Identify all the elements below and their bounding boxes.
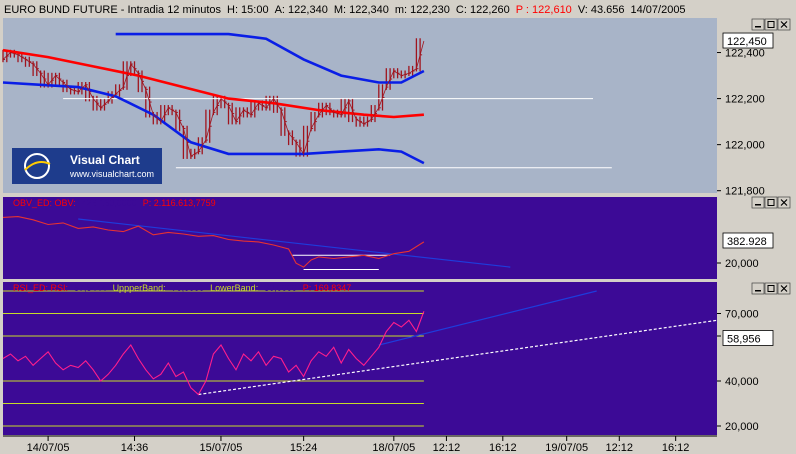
x-tick-label: 14:36 [121,442,149,454]
logo-brand: Visual Chart [70,153,140,167]
x-tick-label: 12:12 [606,442,634,454]
header-field: P : 122,610 [516,4,572,16]
y-tick-label: 122,000 [725,140,765,152]
obv-legend-item: P: 2.116.613,7759 [143,198,216,208]
obv-minimize-icon [755,204,761,206]
rsi-plot-bg [3,282,717,435]
x-tick-label: 16:12 [489,442,517,454]
obv-maximize-button[interactable] [764,196,778,209]
header-field: M: 122,340 [334,4,389,16]
rsi-legend-item: RSI_ED: RSI: [13,283,68,293]
y-tick-label: 20,000 [725,258,759,270]
price-minimize-icon [755,26,761,28]
obv-minimize-button[interactable] [751,196,765,209]
logo-url: www.visualchart.com [69,169,154,179]
rsi-legend-item: UppperBand: [113,283,166,293]
rsi-legend-item: 57,5444 [74,283,107,293]
price-window-buttons[interactable] [751,18,791,31]
rsi-current-value: 58,956 [727,333,761,345]
x-tick-label: 14/07/05 [27,442,70,454]
obv-legend-item: 426.160,0000 [82,198,137,208]
x-tick-label: 12:12 [433,442,461,454]
rsi-panel: RSI_ED: RSI: 57,5444 UppperBand: 70,0000 Low… [2,282,718,435]
price-current-value: 122,450 [727,36,767,48]
header-field: A: 122,340 [275,4,328,16]
y-tick-label: 122,200 [725,94,765,106]
obv-legend: OBV_ED: OBV: 426.160,0000 P: 2.116.613,775… [13,198,216,208]
header-field: EURO BUND FUTURE - Intradia 12 minutos [4,4,221,16]
x-tick-label: 16:12 [662,442,690,454]
header-field: m: 122,230 [395,4,450,16]
y-tick-label: 70,000 [725,309,759,321]
chart-root: EURO BUND FUTURE - Intradia 12 minutos H:… [0,0,796,454]
y-tick-label: 121,800 [725,186,765,198]
x-tick-label: 15/07/05 [200,442,243,454]
rsi-legend-item: P: 169,8347 [303,283,352,293]
x-tick-label: 19/07/05 [545,442,588,454]
rsi-legend-item: 30,0000 [264,283,297,293]
header-field: H: 15:00 [227,4,269,16]
obv-panel: OBV_ED: OBV: 426.160,0000 P: 2.116.613,775… [2,197,717,279]
header-field: V: 43.656 [578,4,625,16]
rsi-maximize-button[interactable] [764,282,778,295]
rsi-legend-item: LowerBand: [210,283,258,293]
obv-window-buttons[interactable] [751,196,791,209]
obv-plot-bg [3,197,717,279]
header-field: 14/07/2005 [631,4,686,16]
rsi-window-buttons[interactable] [751,282,791,295]
obv-current-value: 382.928 [727,236,767,248]
header-field: C: 122,260 [456,4,510,16]
rsi-minimize-button[interactable] [751,282,765,295]
rsi-minimize-icon [755,290,761,292]
y-tick-label: 122,400 [725,48,765,60]
y-tick-label: 20,000 [725,421,759,433]
price-minimize-button[interactable] [751,18,765,31]
x-tick-label: 15:24 [290,442,318,454]
y-tick-label: 40,000 [725,376,759,388]
x-tick-label: 18/07/05 [372,442,415,454]
right-axis-area [717,18,796,436]
price-panel: Visual Chart www.visualchart.com [2,18,717,193]
header-text: EURO BUND FUTURE - Intradia 12 minutos H:… [4,4,686,16]
rsi-legend-item: 70,0000 [172,283,205,293]
obv-legend-item: OBV_ED: OBV: [13,198,76,208]
price-maximize-button[interactable] [764,18,778,31]
logo-box[interactable]: Visual Chart www.visualchart.com [12,148,162,184]
